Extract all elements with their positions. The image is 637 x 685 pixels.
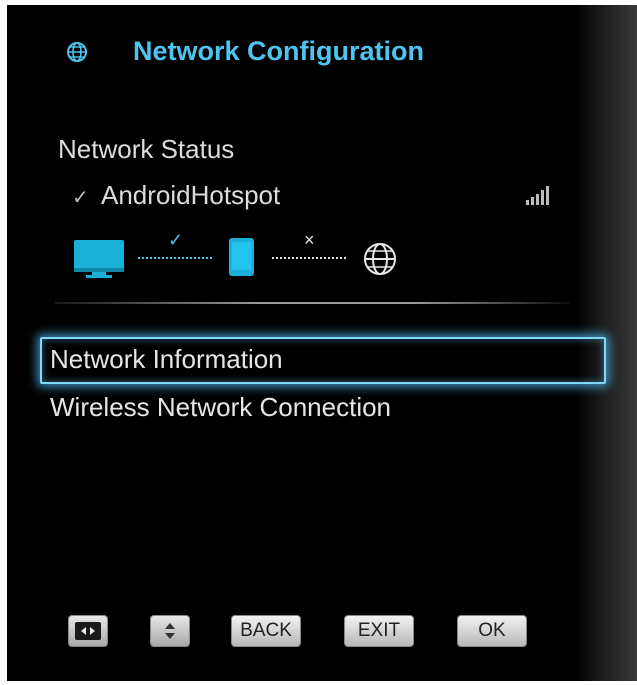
exit-button[interactable]: EXIT bbox=[344, 615, 414, 647]
up-down-key[interactable] bbox=[150, 615, 190, 647]
divider bbox=[55, 302, 570, 304]
phone-internet-link-cross: × bbox=[304, 230, 315, 250]
globe-icon bbox=[66, 41, 88, 63]
back-button[interactable]: BACK bbox=[231, 615, 301, 647]
ok-button[interactable]: OK bbox=[457, 615, 527, 647]
tv-phone-link-check: ✓ bbox=[168, 230, 184, 250]
phone-icon bbox=[229, 238, 254, 276]
connected-check-icon: ✓ bbox=[72, 187, 89, 209]
network-ssid: AndroidHotspot bbox=[101, 180, 281, 210]
internet-globe-icon bbox=[364, 243, 396, 275]
page-title: Network Configuration bbox=[133, 36, 424, 66]
network-status-label: Network Status bbox=[58, 134, 235, 164]
left-right-key[interactable] bbox=[68, 615, 108, 647]
up-down-arrows-icon bbox=[165, 623, 175, 639]
connection-diagram: ✓ × bbox=[72, 230, 412, 282]
menu-item-wireless-network-connection[interactable]: Wireless Network Connection bbox=[50, 392, 391, 423]
tv-icon bbox=[74, 240, 124, 278]
left-right-arrows-icon bbox=[75, 622, 101, 640]
signal-strength-icon bbox=[523, 184, 559, 208]
menu-item-network-information[interactable]: Network Information bbox=[50, 344, 283, 375]
